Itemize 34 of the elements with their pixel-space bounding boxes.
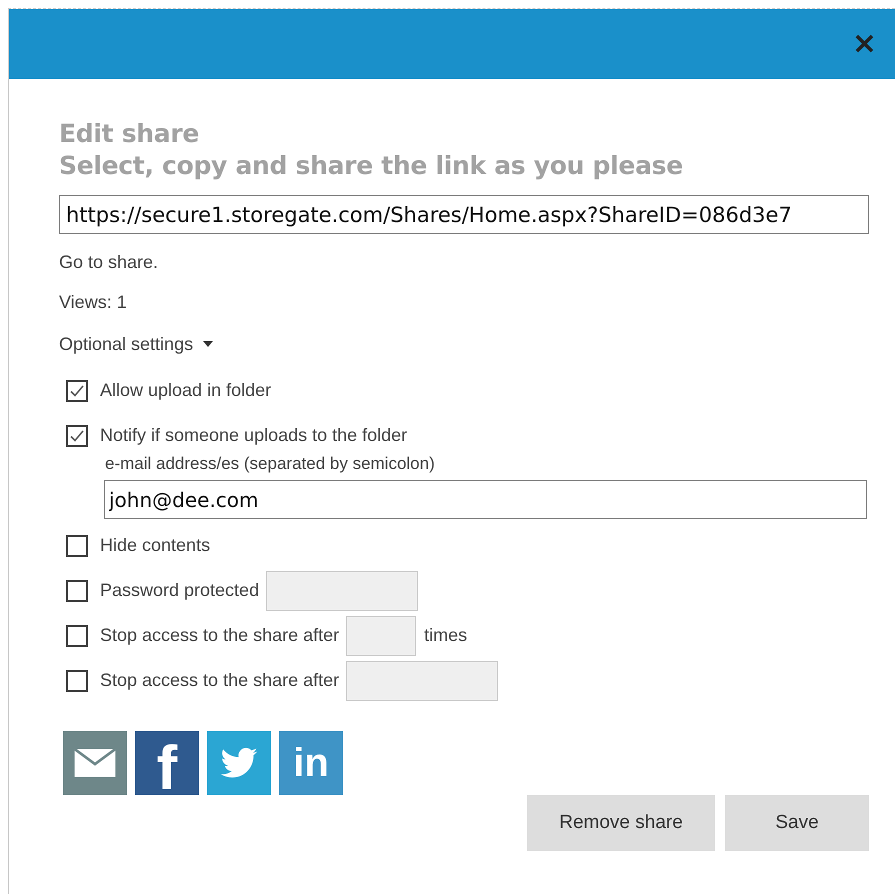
email-field[interactable]: john@dee.com: [104, 480, 867, 519]
option-label: Hide contents: [100, 535, 210, 556]
go-to-share-link[interactable]: Go to share.: [59, 252, 158, 272]
optional-settings-toggle[interactable]: Optional settings: [59, 332, 214, 356]
input-field[interactable]: [346, 660, 498, 700]
envelope-icon: [73, 748, 117, 778]
checkbox[interactable]: [66, 424, 88, 446]
option-label: Stop access to the share after: [100, 670, 340, 691]
dialog-title: Edit share: [59, 119, 200, 149]
facebook-share-button[interactable]: f: [135, 731, 199, 795]
option-label: Password protected: [100, 580, 260, 601]
input-field[interactable]: [266, 570, 418, 610]
close-button[interactable]: ×: [848, 29, 881, 59]
input-field[interactable]: [346, 616, 416, 656]
email-hint: e-mail address/es (separated by semicolon): [104, 454, 436, 474]
dialog-subtitle: Select, copy and share the link as you please: [59, 150, 684, 182]
check-icon: [69, 428, 85, 444]
views-count: Views: 1: [59, 292, 127, 312]
link-field[interactable]: https://secure1.storegate.com/Shares/Home.aspx?ShareID=086d3e7: [59, 195, 869, 234]
check-icon: [69, 382, 85, 398]
checkbox[interactable]: [66, 624, 88, 646]
save-button[interactable]: Save: [725, 795, 869, 851]
caret-icon: [203, 341, 214, 347]
twitter-share-button[interactable]: [207, 731, 271, 795]
option-label: Notify if someone uploads to the folder: [100, 425, 408, 446]
option-label: Allow upload in folder: [100, 380, 272, 401]
times-label: times: [424, 625, 468, 646]
option-label: Stop access to the share after: [100, 625, 340, 646]
remove-share-button[interactable]: Remove share: [527, 795, 715, 851]
checkbox[interactable]: [66, 534, 88, 556]
email-share-button[interactable]: [63, 731, 127, 795]
checkbox[interactable]: [66, 580, 88, 602]
checkbox[interactable]: [66, 380, 88, 402]
checkbox[interactable]: [66, 670, 88, 692]
